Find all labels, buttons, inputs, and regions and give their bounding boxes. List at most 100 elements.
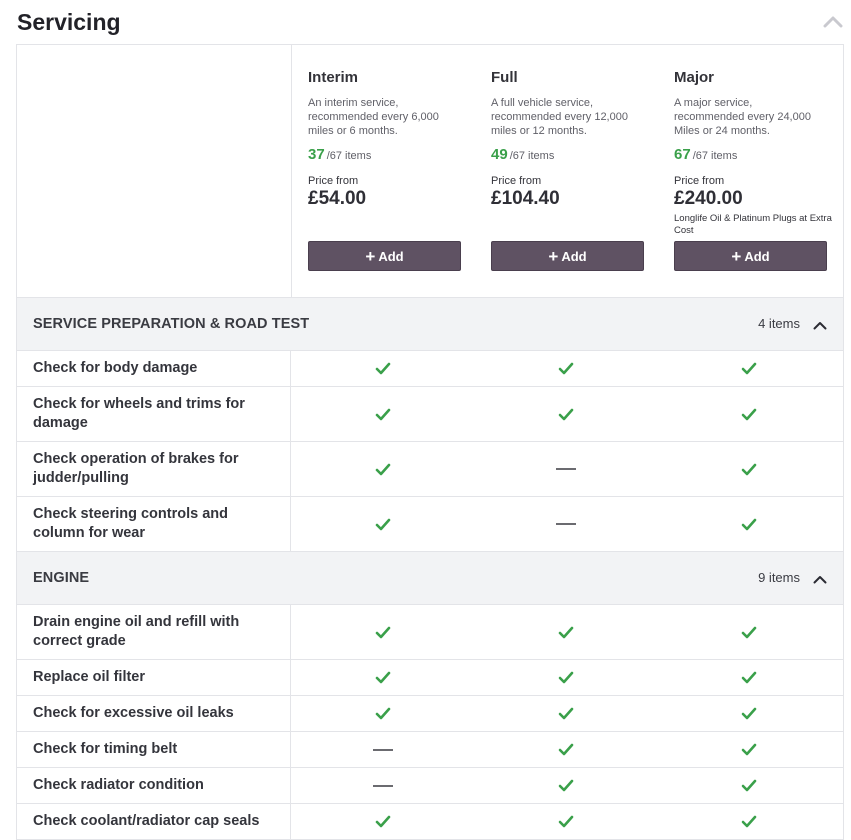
- table-cell: [474, 768, 657, 803]
- dash-icon: [372, 748, 393, 752]
- check-icon: [741, 743, 757, 756]
- table-row: Check for excessive oil leaks: [17, 696, 843, 732]
- row-label: Check for body damage: [17, 351, 291, 386]
- add-major-button[interactable]: + Add: [674, 241, 827, 271]
- table-cell: [657, 351, 840, 386]
- table-cell: [291, 387, 474, 441]
- check-icon: [375, 626, 391, 639]
- plus-icon: +: [365, 246, 376, 266]
- price-label: Price from: [491, 175, 542, 187]
- blank-cell: [17, 45, 292, 297]
- plan-count-total: /67 items: [509, 150, 555, 162]
- row-label: Check coolant/radiator cap seals: [17, 804, 291, 839]
- chevron-up-icon[interactable]: [823, 14, 843, 30]
- check-icon: [558, 408, 574, 421]
- table-cell: [657, 442, 840, 496]
- plan-name: Interim: [308, 69, 359, 86]
- section-header[interactable]: ENGINE 9 items: [17, 552, 843, 605]
- table-cell: [291, 804, 474, 839]
- table-row: Check for body damage: [17, 351, 843, 387]
- table-cell: [474, 497, 657, 551]
- table-cell: [657, 768, 840, 803]
- add-label: Add: [561, 248, 587, 264]
- check-icon: [741, 518, 757, 531]
- price-note: Longlife Oil & Platinum Plugs at Extra C…: [674, 213, 832, 236]
- check-icon: [375, 707, 391, 720]
- table-row: Check coolant/radiator cap seals: [17, 804, 843, 840]
- page-title: Servicing: [17, 9, 121, 35]
- chevron-up-icon[interactable]: [813, 571, 827, 584]
- row-label: Check radiator condition: [17, 768, 291, 803]
- plan-count-total: /67 items: [326, 150, 372, 162]
- plan-count-total: /67 items: [692, 150, 738, 162]
- add-interim-button[interactable]: + Add: [308, 241, 461, 271]
- section-title: SERVICE PREPARATION & ROAD TEST: [33, 316, 310, 332]
- table-row: Check for timing belt: [17, 732, 843, 768]
- section-title: ENGINE: [33, 570, 90, 586]
- table-cell: [291, 497, 474, 551]
- plan-count-number: 49: [491, 146, 508, 163]
- plan-description: A major service, recommended every 24,00…: [674, 97, 811, 137]
- plan-count-number: 67: [674, 146, 691, 163]
- table-cell: [291, 660, 474, 695]
- chevron-up-icon[interactable]: [813, 317, 827, 330]
- check-icon: [741, 779, 757, 792]
- table-cell: [657, 732, 840, 767]
- row-label: Check operation of brakes for judder/pul…: [17, 442, 291, 496]
- dash-icon: [555, 522, 576, 526]
- plan-full: Full A full vehicle service, recommended…: [475, 45, 658, 297]
- table-cell: [474, 387, 657, 441]
- table-cell: [291, 351, 474, 386]
- check-icon: [741, 707, 757, 720]
- check-icon: [741, 362, 757, 375]
- check-icon: [741, 626, 757, 639]
- plan-item-count: 67/67 items: [674, 146, 825, 163]
- table-cell: [291, 442, 474, 496]
- check-icon: [375, 815, 391, 828]
- table-row: Check steering controls and column for w…: [17, 497, 843, 552]
- check-icon: [558, 671, 574, 684]
- table-cell: [657, 387, 840, 441]
- table-cell: [291, 732, 474, 767]
- service-comparison-table: Interim An interim service, recommended …: [16, 44, 844, 840]
- table-cell: [657, 660, 840, 695]
- check-icon: [375, 518, 391, 531]
- table-cell: [291, 696, 474, 731]
- table-cell: [474, 442, 657, 496]
- check-icon: [375, 671, 391, 684]
- table-row: Drain engine oil and refill with correct…: [17, 605, 843, 660]
- section-item-count: 4 items: [758, 316, 800, 331]
- check-icon: [558, 815, 574, 828]
- row-label: Check for excessive oil leaks: [17, 696, 291, 731]
- section-header[interactable]: SERVICE PREPARATION & ROAD TEST 4 items: [17, 298, 843, 351]
- table-row: Check radiator condition: [17, 768, 843, 804]
- check-icon: [558, 707, 574, 720]
- check-icon: [558, 626, 574, 639]
- plan-item-count: 49/67 items: [491, 146, 642, 163]
- check-icon: [558, 779, 574, 792]
- plus-icon: +: [731, 246, 742, 266]
- table-cell: [291, 768, 474, 803]
- check-icon: [741, 463, 757, 476]
- check-icon: [558, 743, 574, 756]
- table-cell: [657, 804, 840, 839]
- add-full-button[interactable]: + Add: [491, 241, 644, 271]
- table-cell: [474, 696, 657, 731]
- table-cell: [474, 732, 657, 767]
- plan-interim: Interim An interim service, recommended …: [292, 45, 475, 297]
- price-label: Price from: [674, 175, 725, 187]
- plan-name: Full: [491, 69, 518, 86]
- row-label: Replace oil filter: [17, 660, 291, 695]
- table-cell: [474, 351, 657, 386]
- check-icon: [375, 408, 391, 421]
- row-label: Check for timing belt: [17, 732, 291, 767]
- plan-description: A full vehicle service, recommended ever…: [491, 97, 628, 137]
- table-cell: [657, 497, 840, 551]
- table-cell: [474, 660, 657, 695]
- check-icon: [375, 463, 391, 476]
- add-label: Add: [378, 248, 404, 264]
- table-row: Check for wheels and trims for damage: [17, 387, 843, 442]
- sections: SERVICE PREPARATION & ROAD TEST 4 items Ch…: [17, 298, 843, 840]
- table-row: Replace oil filter: [17, 660, 843, 696]
- plan-item-count: 37/67 items: [308, 146, 459, 163]
